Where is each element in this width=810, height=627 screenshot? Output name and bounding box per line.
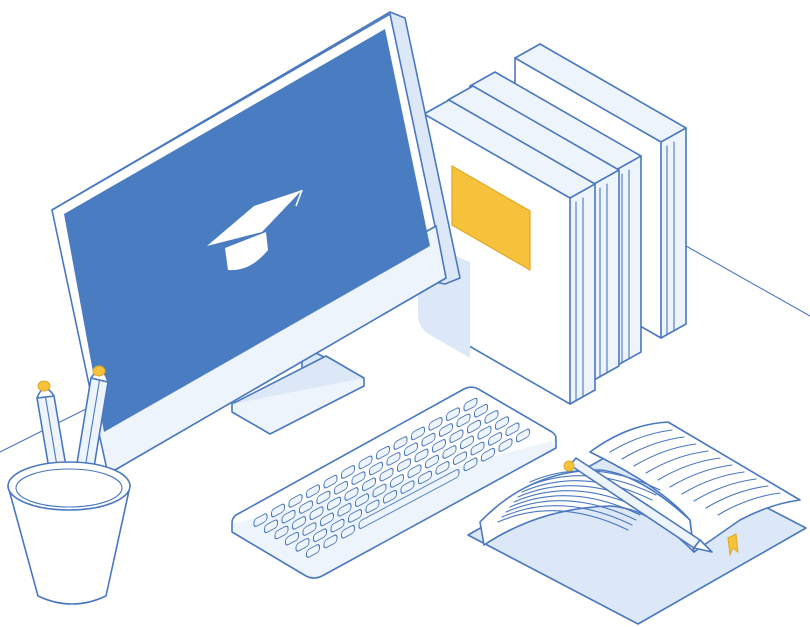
study-desk-illustration [0, 0, 810, 627]
monitor [51, 11, 470, 475]
